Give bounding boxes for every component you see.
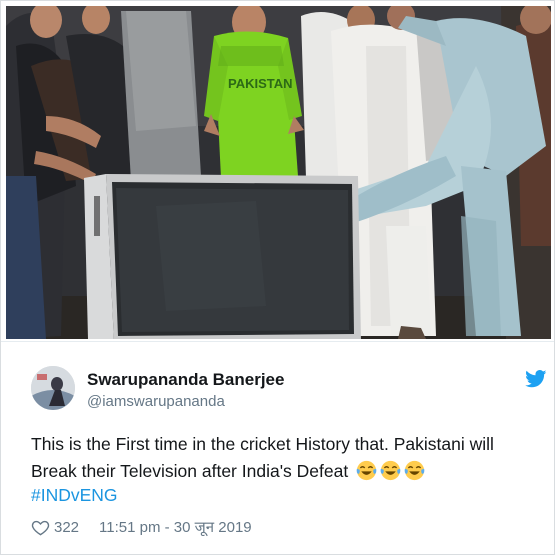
tweet-meta: 322 11:51 pm - 30 जून 2019 bbox=[31, 517, 252, 537]
avatar-photo-icon bbox=[31, 366, 75, 410]
tweet-text: This is the First time in the cricket Hi… bbox=[31, 431, 541, 485]
tweet-photo[interactable]: PAKISTAN bbox=[6, 6, 551, 339]
television-illustration bbox=[84, 174, 361, 339]
tears-of-joy-emoji bbox=[380, 460, 401, 481]
tweet-timestamp[interactable]: 11:51 pm - 30 जून 2019 bbox=[99, 517, 252, 537]
jersey-text: PAKISTAN bbox=[228, 76, 293, 91]
emoji-group bbox=[353, 460, 425, 481]
tears-of-joy-emoji bbox=[356, 460, 377, 481]
hashtag-link[interactable]: #INDvENG bbox=[31, 485, 118, 506]
twitter-bird-icon[interactable] bbox=[525, 370, 547, 388]
like-count[interactable]: 322 bbox=[54, 519, 79, 536]
tweet-card: PAKISTAN Swarupananda Banerjee @iamswaru… bbox=[0, 0, 555, 555]
tweet-body: Swarupananda Banerjee @iamswarupananda T… bbox=[1, 341, 554, 554]
author-handle[interactable]: @iamswarupananda bbox=[87, 393, 225, 410]
tears-of-joy-emoji bbox=[404, 460, 425, 481]
heart-icon[interactable] bbox=[31, 518, 50, 537]
crowd-scene-illustration: PAKISTAN bbox=[6, 6, 551, 339]
avatar[interactable] bbox=[31, 366, 75, 410]
author-name[interactable]: Swarupananda Banerjee bbox=[87, 370, 284, 390]
